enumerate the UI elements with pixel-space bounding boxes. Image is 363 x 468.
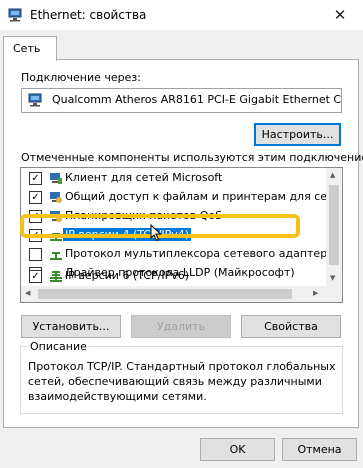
- properties-button[interactable]: Свойства: [241, 315, 341, 338]
- vertical-scroll-thumb[interactable]: [329, 185, 339, 265]
- mouse-cursor-icon: [150, 224, 162, 242]
- network-adapter-icon: [28, 93, 42, 107]
- adapter-name: Qualcomm Atheros AR8161 PCI-E Gigabit Et…: [52, 93, 342, 106]
- list-item-label: Клиент для сетей Microsoft: [65, 171, 223, 184]
- scroll-left-icon[interactable]: ◀: [25, 289, 30, 297]
- list-item[interactable]: ✓ Общий доступ к файлам и принтерам для …: [21, 188, 342, 207]
- tab-network[interactable]: Сеть: [3, 36, 57, 61]
- adapter-field: Qualcomm Atheros AR8161 PCI-E Gigabit Et…: [21, 88, 342, 113]
- scroll-up-icon[interactable]: ▲: [330, 171, 335, 179]
- tab-network-label: Сеть: [13, 42, 41, 55]
- title-bar: Ethernet: свойства ✕: [0, 0, 363, 30]
- components-label: Отмеченные компоненты используются этим …: [21, 151, 363, 164]
- checkbox[interactable]: ✓: [29, 191, 42, 204]
- scrollbar-corner: [326, 286, 342, 302]
- vertical-scrollbar[interactable]: ▲ ▼: [326, 168, 342, 286]
- window-title: Ethernet: свойства: [30, 8, 147, 22]
- connect-via-label: Подключение через:: [21, 71, 141, 84]
- checkbox[interactable]: ✓: [29, 270, 42, 283]
- scroll-right-icon[interactable]: ▶: [313, 289, 318, 297]
- configure-button[interactable]: Настроить...: [254, 123, 341, 146]
- close-button[interactable]: ✕: [317, 0, 363, 30]
- close-icon: ✕: [333, 6, 347, 24]
- cancel-button[interactable]: Отмена: [282, 438, 357, 461]
- horizontal-scroll-thumb[interactable]: [38, 289, 292, 299]
- network-adapter-icon: [8, 8, 22, 22]
- horizontal-scrollbar[interactable]: ◀ ▶: [21, 286, 326, 302]
- remove-button[interactable]: Удалить: [131, 315, 231, 338]
- network-client-icon: [50, 173, 62, 184]
- list-item[interactable]: ✓ Клиент для сетей Microsoft: [21, 169, 326, 188]
- network-protocol-icon: [50, 252, 62, 260]
- list-item-label: Общий доступ к файлам и принтерам для се…: [65, 190, 343, 203]
- ok-button[interactable]: OK: [200, 438, 275, 461]
- list-item-label: IP версии 6 (TCP/IPv6): [65, 269, 190, 282]
- install-button[interactable]: Установить...: [21, 315, 121, 338]
- network-service-icon: [50, 192, 62, 203]
- network-protocol-icon: [50, 274, 62, 282]
- list-item[interactable]: Протокол мультиплексора сетевого адаптер…: [21, 245, 342, 264]
- description-title: Описание: [28, 340, 89, 353]
- list-item[interactable]: ✓ IP версии 6 (TCP/IPv6): [21, 268, 325, 285]
- checkbox[interactable]: [29, 248, 42, 261]
- description-text: Протокол TCP/IP. Стандартный протокол гл…: [28, 360, 336, 403]
- list-item-label: Протокол мультиплексора сетевого адаптер…: [65, 247, 343, 260]
- checkbox[interactable]: ✓: [29, 172, 42, 185]
- scroll-down-icon[interactable]: ▼: [330, 274, 335, 282]
